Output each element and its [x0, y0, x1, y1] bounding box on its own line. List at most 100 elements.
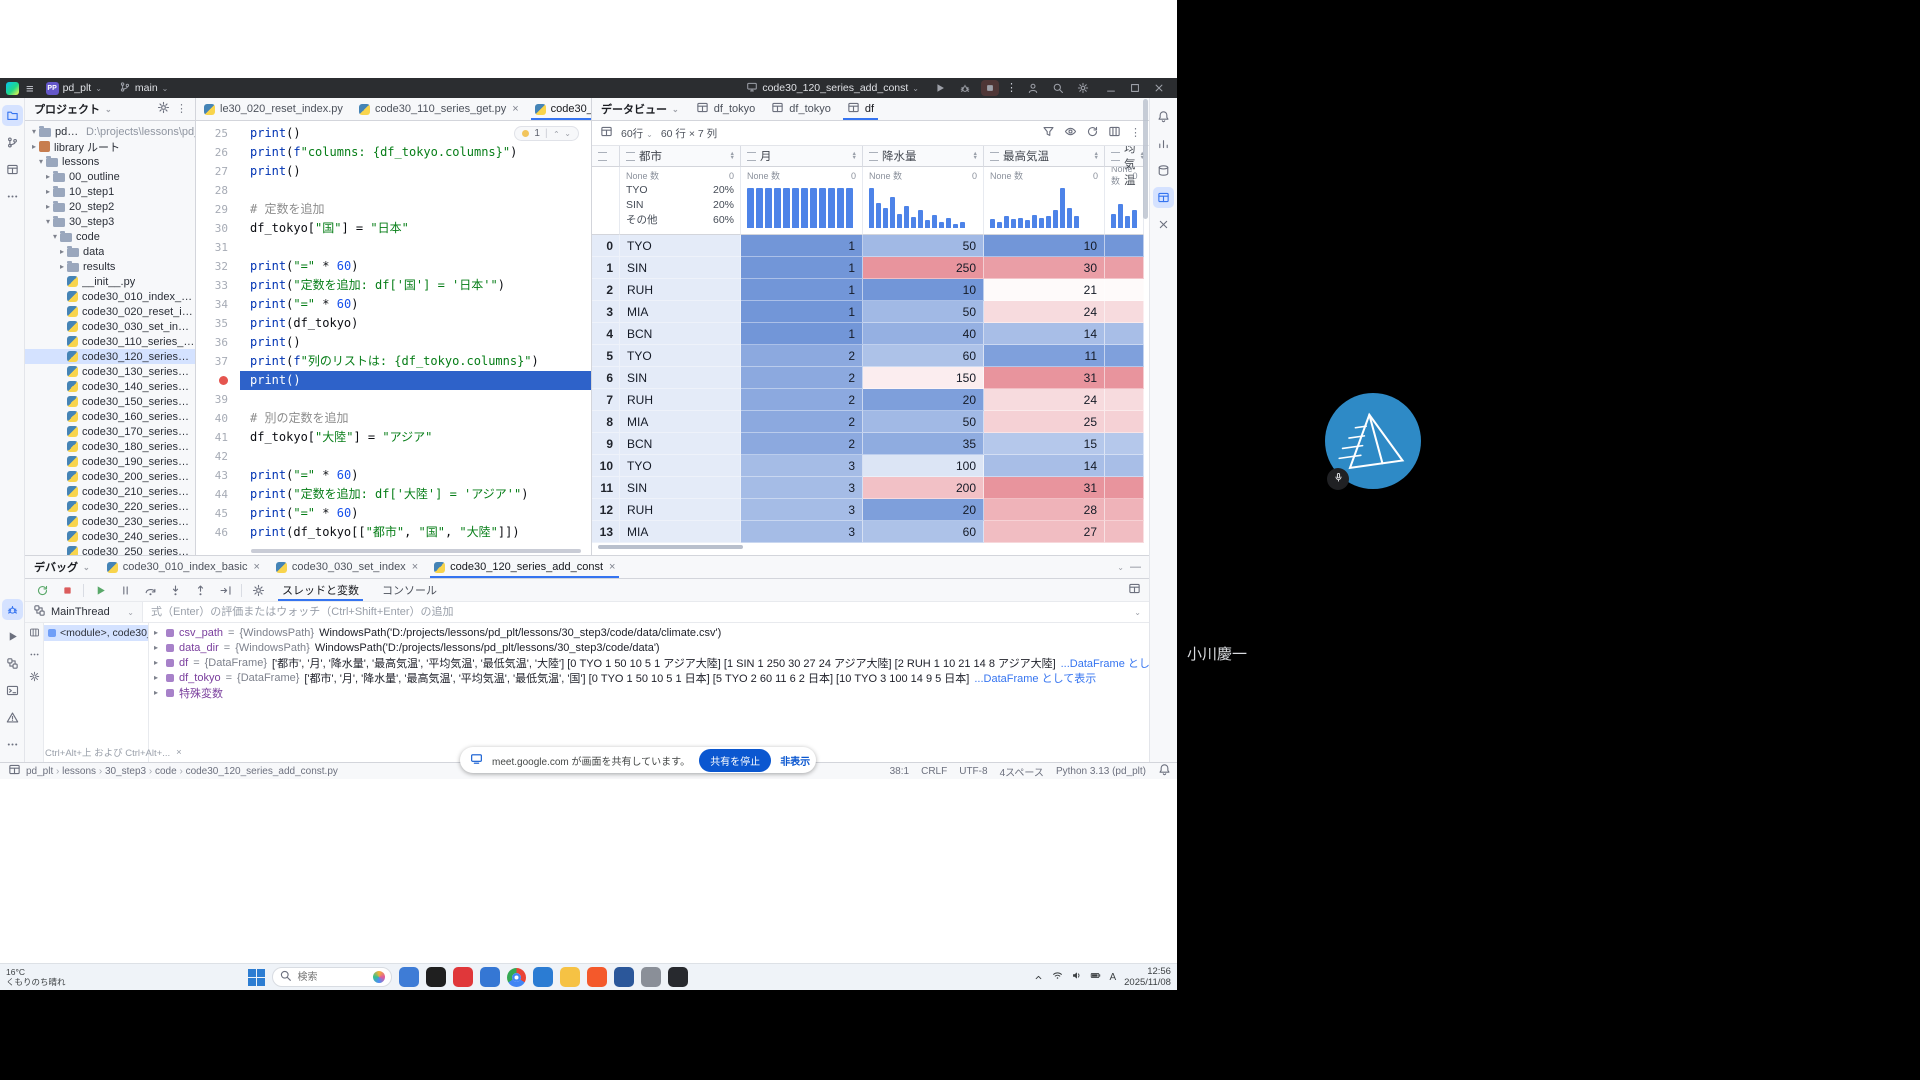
- tree-item[interactable]: code30_200_series_drop_columns.py: [25, 469, 195, 484]
- run-tool-button[interactable]: [2, 626, 23, 647]
- stop-sharing-button[interactable]: 共有を停止: [699, 749, 771, 772]
- code-line[interactable]: 36print(): [196, 333, 591, 352]
- tree-item[interactable]: ▸data: [25, 244, 195, 259]
- tree-item[interactable]: code30_250_series_reorder_back.py: [25, 544, 195, 555]
- code-line[interactable]: 26print(f"columns: {df_tokyo.columns}"): [196, 143, 591, 162]
- table-row[interactable]: 10TYO310014: [592, 455, 1149, 477]
- tree-chevron-icon[interactable]: ▾: [50, 232, 60, 241]
- taskbar-app-settings-icon[interactable]: [641, 967, 661, 987]
- step-out-button[interactable]: [191, 582, 209, 598]
- table-hscrollbar[interactable]: [592, 543, 1149, 551]
- tree-item[interactable]: code30_160_series_modify.py: [25, 409, 195, 424]
- variable-row[interactable]: ▸data_dir={WindowsPath}WindowsPath('D:/p…: [151, 640, 1149, 655]
- table-row[interactable]: 12RUH32028: [592, 499, 1149, 521]
- variable-row[interactable]: ▸csv_path={WindowsPath}WindowsPath('D:/p…: [151, 625, 1149, 640]
- sort-icon[interactable]: ▲▼: [852, 152, 857, 160]
- code-line[interactable]: 37print(f"列のリストは: {df_tokyo.columns}"): [196, 352, 591, 371]
- tree-item[interactable]: code30_120_series_add_const.py: [25, 349, 195, 364]
- tree-item[interactable]: code30_010_index_basic.py: [25, 289, 195, 304]
- debug-side-more-icon[interactable]: [29, 649, 40, 663]
- notifications-button[interactable]: [1153, 106, 1174, 127]
- table-row[interactable]: 1SIN125030: [592, 257, 1149, 279]
- tool-windows-icon[interactable]: [8, 763, 20, 779]
- line-number[interactable]: 46: [196, 523, 240, 542]
- hide-windows-button[interactable]: [1153, 214, 1174, 235]
- close-tab-icon[interactable]: ×: [253, 561, 259, 573]
- variable-chevron-icon[interactable]: ▸: [151, 688, 161, 697]
- breakpoint-icon[interactable]: [219, 376, 228, 385]
- taskbar-search[interactable]: [272, 967, 392, 987]
- tree-item[interactable]: code30_240_series_reorder_front.py: [25, 529, 195, 544]
- tab-code30_010_index_basic[interactable]: code30_010_index_basic×: [99, 556, 268, 578]
- sort-icon[interactable]: ▲▼: [973, 152, 978, 160]
- volume-icon[interactable]: [1071, 970, 1082, 984]
- dataview-panel-title[interactable]: データビュー⌄: [592, 98, 688, 120]
- tree-item[interactable]: ▾30_step3: [25, 214, 195, 229]
- rerun-debug-button[interactable]: [33, 582, 51, 598]
- table-row[interactable]: 5TYO26011: [592, 345, 1149, 367]
- plots-tool-button[interactable]: [1153, 133, 1174, 154]
- variable-chevron-icon[interactable]: ▸: [151, 673, 161, 682]
- tree-item[interactable]: code30_170_series_rename_single.py: [25, 424, 195, 439]
- minimize-button[interactable]: [1099, 80, 1123, 96]
- tree-item[interactable]: code30_180_series_rename_multi.py: [25, 439, 195, 454]
- line-number[interactable]: 37: [196, 352, 240, 371]
- tree-item[interactable]: ▾code: [25, 229, 195, 244]
- run-to-cursor-button[interactable]: [216, 582, 234, 598]
- tree-item[interactable]: code30_030_set_index.py: [25, 319, 195, 334]
- breadcrumb-item[interactable]: 30_step3: [105, 766, 146, 777]
- caret-position[interactable]: 38:1: [890, 766, 909, 777]
- indent-style[interactable]: 4スペース: [1000, 764, 1044, 779]
- add-watch-button[interactable]: [1128, 582, 1141, 598]
- view-as-dataframe-link[interactable]: ...DataFrame として表示: [974, 670, 1096, 685]
- table-row[interactable]: 6SIN215031: [592, 367, 1149, 389]
- line-number[interactable]: 40: [196, 409, 240, 428]
- tree-item[interactable]: ▾lessons: [25, 154, 195, 169]
- next-problem-icon[interactable]: ⌄: [564, 129, 571, 138]
- tree-item[interactable]: code30_150_series_add_conditional.py: [25, 394, 195, 409]
- tree-chevron-icon[interactable]: ▸: [43, 187, 53, 196]
- project-tool-button[interactable]: [2, 105, 23, 126]
- code-line[interactable]: 44print("定数を追加: df['大陸'] = 'アジア'"): [196, 485, 591, 504]
- chevron-down-icon[interactable]: ⌄: [1117, 563, 1124, 572]
- code-line[interactable]: 31: [196, 238, 591, 257]
- hide-share-bar-link[interactable]: 非表示: [780, 753, 810, 768]
- line-number[interactable]: 43: [196, 466, 240, 485]
- variable-row[interactable]: ▸df={DataFrame}['都市', '月', '降水量', '最高気温'…: [151, 655, 1149, 670]
- table-row[interactable]: 7RUH22024: [592, 389, 1149, 411]
- interpreter[interactable]: Python 3.13 (pd_plt): [1056, 766, 1146, 777]
- pause-button[interactable]: [116, 582, 134, 598]
- debug-panel-title[interactable]: デバッグ⌄: [25, 556, 99, 578]
- index-column-header[interactable]: [592, 146, 620, 167]
- maximize-button[interactable]: [1123, 80, 1147, 96]
- code-line[interactable]: 29# 定数を追加: [196, 200, 591, 219]
- sort-icon[interactable]: ▲▼: [1094, 152, 1099, 160]
- tree-chevron-icon[interactable]: ▸: [57, 262, 67, 271]
- code-line[interactable]: 33print("定数を追加: df['国'] = '日本'"): [196, 276, 591, 295]
- breadcrumb-item[interactable]: code: [155, 766, 177, 777]
- tab-df[interactable]: df: [839, 98, 882, 120]
- debug-view-tab[interactable]: コンソール: [374, 579, 445, 601]
- line-number[interactable]: [196, 371, 240, 390]
- code-line[interactable]: 27print(): [196, 162, 591, 181]
- taskbar-app-terminal-icon[interactable]: [668, 967, 688, 987]
- close-tab-icon[interactable]: ×: [412, 561, 418, 573]
- tree-item[interactable]: ▸results: [25, 259, 195, 274]
- code-line[interactable]: 32print("=" * 60): [196, 257, 591, 276]
- main-menu-icon[interactable]: ≡: [26, 82, 34, 95]
- columns-icon[interactable]: [1108, 125, 1121, 141]
- refresh-icon[interactable]: [1086, 125, 1099, 141]
- close-tab-icon[interactable]: ×: [609, 561, 615, 573]
- tree-chevron-icon[interactable]: ▾: [43, 217, 53, 226]
- prev-problem-icon[interactable]: ⌄: [553, 129, 560, 138]
- database-tool-button[interactable]: [1153, 160, 1174, 181]
- chevron-down-icon[interactable]: ⌄: [1126, 608, 1149, 617]
- line-number[interactable]: 39: [196, 390, 240, 409]
- tree-item[interactable]: ▸library ルート: [25, 139, 195, 154]
- variable-chevron-icon[interactable]: ▸: [151, 628, 161, 637]
- tab-code30_120_series_add_const[interactable]: code30_120_series_add_const×: [426, 556, 623, 578]
- services-tool-button[interactable]: [2, 653, 23, 674]
- debug-settings-button[interactable]: [249, 582, 267, 598]
- run-button[interactable]: [931, 80, 949, 96]
- tree-item[interactable]: ▸20_step2: [25, 199, 195, 214]
